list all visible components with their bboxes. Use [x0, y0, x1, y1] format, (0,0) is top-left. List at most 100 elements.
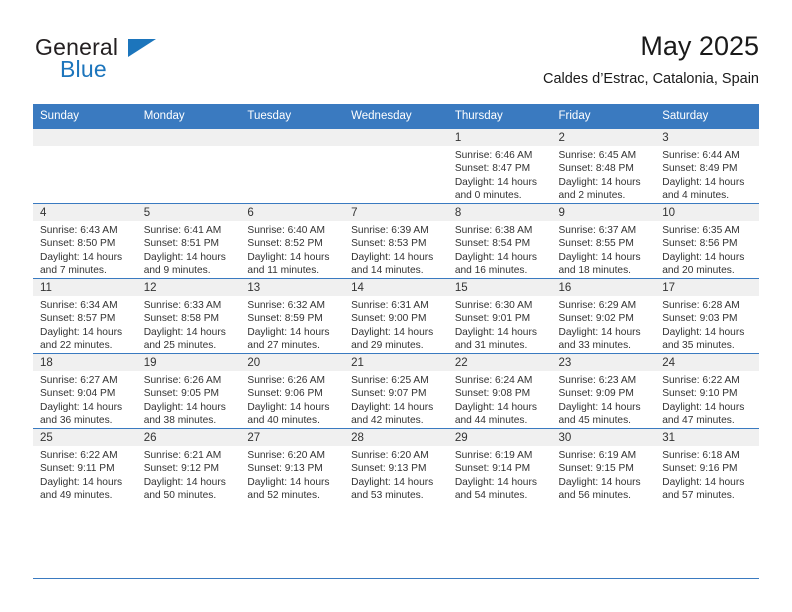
daylight-text-line2: and 35 minutes.	[662, 340, 735, 352]
calendar-day-cell[interactable]: 23 Sunrise: 6:23 AM Sunset: 9:09 PM Dayligh…	[551, 353, 656, 429]
calendar-day-cell[interactable]: 20 Sunrise: 6:26 AM Sunset: 9:06 PM Dayligh…	[240, 353, 345, 429]
day-cell-details: Sunrise: 6:20 AM Sunset: 9:13 PM Daylight:…	[240, 446, 344, 503]
day-cell-details: Sunrise: 6:22 AM Sunset: 9:11 PM Daylight:…	[33, 446, 137, 503]
day-number: 20	[240, 354, 345, 371]
sunrise-text: Sunrise: 6:30 AM	[454, 300, 533, 311]
calendar-day-cell[interactable]: 24 Sunrise: 6:22 AM Sunset: 9:10 PM Dayligh…	[655, 353, 759, 429]
day-number	[136, 129, 241, 146]
day-number: 21	[344, 354, 448, 371]
calendar-day-cell[interactable]: 18 Sunrise: 6:27 AM Sunset: 9:04 PM Dayligh…	[33, 353, 137, 429]
day-number: 25	[33, 429, 137, 446]
day-cell-details: Sunrise: 6:32 AM Sunset: 8:59 PM Daylight:…	[240, 296, 344, 353]
calendar-day-cell[interactable]: 14 Sunrise: 6:31 AM Sunset: 9:00 PM Dayligh…	[344, 278, 448, 354]
calendar-day-cell[interactable]: 22 Sunrise: 6:24 AM Sunset: 9:08 PM Dayligh…	[447, 353, 552, 429]
daylight-text-line2: and 38 minutes.	[143, 415, 217, 427]
sunrise-text: Sunrise: 6:25 AM	[351, 375, 429, 386]
day-cell-details: Sunrise: 6:26 AM Sunset: 9:05 PM Daylight:…	[137, 371, 241, 428]
day-cell-inner: 2 Sunrise: 6:45 AM Sunset: 8:48 PM Daylight…	[551, 129, 656, 203]
calendar-day-cell[interactable]: 19 Sunrise: 6:26 AM Sunset: 9:05 PM Dayligh…	[136, 353, 241, 429]
day-cell-inner: 27 Sunrise: 6:20 AM Sunset: 9:13 PM Dayligh…	[240, 429, 345, 503]
sunset-text: Sunset: 9:13 PM	[247, 463, 323, 475]
day-cell-details: Sunrise: 6:29 AM Sunset: 9:02 PM Daylight:…	[552, 296, 656, 353]
sunrise-text: Sunrise: 6:44 AM	[662, 150, 740, 161]
general-blue-logo[interactable]: General Blue	[33, 34, 233, 86]
day-number: 17	[655, 279, 759, 296]
daylight-text-line1: Daylight: 14 hours	[454, 401, 537, 413]
sunset-text: Sunset: 9:06 PM	[247, 388, 323, 400]
calendar-day-cell-empty	[33, 128, 137, 204]
daylight-text-line2: and 22 minutes.	[40, 340, 113, 352]
day-number	[33, 129, 137, 146]
page-subtitle: Caldes d’Estrac, Catalonia, Spain	[542, 71, 759, 87]
sunrise-text: Sunrise: 6:19 AM	[558, 450, 637, 461]
calendar-day-cell[interactable]: 4 Sunrise: 6:43 AM Sunset: 8:50 PM Daylight…	[33, 203, 137, 279]
day-number: 7	[344, 204, 448, 221]
calendar-day-cell[interactable]: 11 Sunrise: 6:34 AM Sunset: 8:57 PM Dayligh…	[33, 278, 137, 354]
calendar-day-cell[interactable]: 8 Sunrise: 6:38 AM Sunset: 8:54 PM Daylight…	[447, 203, 552, 279]
calendar-day-cell[interactable]: 7 Sunrise: 6:39 AM Sunset: 8:53 PM Daylight…	[344, 203, 448, 279]
day-number: 2	[551, 129, 656, 146]
daylight-text-line1: Daylight: 14 hours	[143, 401, 226, 413]
calendar-day-cell[interactable]: 2 Sunrise: 6:45 AM Sunset: 8:48 PM Daylight…	[551, 128, 656, 204]
calendar-day-cell[interactable]: 30 Sunrise: 6:19 AM Sunset: 9:15 PM Dayligh…	[551, 428, 656, 503]
sunrise-text: Sunrise: 6:40 AM	[247, 225, 325, 236]
daylight-text-line2: and 52 minutes.	[247, 490, 320, 502]
day-cell-inner: 28 Sunrise: 6:20 AM Sunset: 9:13 PM Dayligh…	[344, 429, 448, 503]
daylight-text-line1: Daylight: 14 hours	[454, 251, 537, 263]
day-cell-details: Sunrise: 6:35 AM Sunset: 8:56 PM Daylight:…	[655, 221, 759, 278]
day-cell-inner: 6 Sunrise: 6:40 AM Sunset: 8:52 PM Daylight…	[240, 204, 345, 278]
calendar-day-cell[interactable]: 15 Sunrise: 6:30 AM Sunset: 9:01 PM Dayligh…	[447, 278, 552, 354]
day-cell-inner: 1 Sunrise: 6:46 AM Sunset: 8:47 PM Daylight…	[447, 129, 552, 203]
day-cell-inner: 23 Sunrise: 6:23 AM Sunset: 9:09 PM Dayligh…	[551, 354, 656, 428]
day-cell-details: Sunrise: 6:31 AM Sunset: 9:00 PM Daylight:…	[344, 296, 448, 353]
calendar-day-cell[interactable]: 1 Sunrise: 6:46 AM Sunset: 8:47 PM Daylight…	[447, 128, 552, 204]
calendar-day-cell[interactable]: 6 Sunrise: 6:40 AM Sunset: 8:52 PM Daylight…	[240, 203, 345, 279]
calendar-day-cell[interactable]: 10 Sunrise: 6:35 AM Sunset: 8:56 PM Dayligh…	[655, 203, 759, 279]
day-cell-details: Sunrise: 6:45 AM Sunset: 8:48 PM Daylight:…	[552, 146, 656, 203]
sunrise-text: Sunrise: 6:29 AM	[558, 300, 637, 311]
calendar-day-cell[interactable]: 25 Sunrise: 6:22 AM Sunset: 9:11 PM Dayligh…	[33, 428, 137, 503]
sunset-text: Sunset: 8:51 PM	[143, 238, 220, 250]
calendar-day-cell[interactable]: 26 Sunrise: 6:21 AM Sunset: 9:12 PM Dayligh…	[136, 428, 241, 503]
calendar-week-row: 4 Sunrise: 6:43 AM Sunset: 8:50 PM Daylight…	[33, 203, 759, 279]
day-cell-details: Sunrise: 6:44 AM Sunset: 8:49 PM Daylight:…	[655, 146, 759, 203]
day-cell-details: Sunrise: 6:30 AM Sunset: 9:01 PM Daylight:…	[448, 296, 552, 353]
day-cell-inner: 26 Sunrise: 6:21 AM Sunset: 9:12 PM Dayligh…	[136, 429, 241, 503]
day-number: 6	[240, 204, 345, 221]
calendar-day-cell[interactable]: 17 Sunrise: 6:28 AM Sunset: 9:03 PM Dayligh…	[655, 278, 759, 354]
calendar-day-cell[interactable]: 27 Sunrise: 6:20 AM Sunset: 9:13 PM Dayligh…	[240, 428, 345, 503]
calendar-page: General Blue May 2025 Caldes d’Estrac, C…	[0, 0, 792, 612]
calendar-day-cell-empty	[344, 128, 448, 204]
day-number: 5	[136, 204, 241, 221]
daylight-text-line2: and 57 minutes.	[662, 490, 735, 502]
calendar-day-cell[interactable]: 28 Sunrise: 6:20 AM Sunset: 9:13 PM Dayligh…	[344, 428, 448, 503]
day-cell-inner: 21 Sunrise: 6:25 AM Sunset: 9:07 PM Dayligh…	[344, 354, 448, 428]
calendar-day-cell[interactable]: 3 Sunrise: 6:44 AM Sunset: 8:49 PM Daylight…	[655, 128, 759, 204]
day-cell-inner: 24 Sunrise: 6:22 AM Sunset: 9:10 PM Dayligh…	[655, 354, 759, 428]
daylight-text-line1: Daylight: 14 hours	[454, 326, 537, 338]
day-cell-inner: 11 Sunrise: 6:34 AM Sunset: 8:57 PM Dayligh…	[33, 279, 137, 353]
calendar-day-cell[interactable]: 31 Sunrise: 6:18 AM Sunset: 9:16 PM Dayligh…	[655, 428, 759, 503]
daylight-text-line2: and 36 minutes.	[40, 415, 113, 427]
calendar-day-cell[interactable]: 13 Sunrise: 6:32 AM Sunset: 8:59 PM Dayligh…	[240, 278, 345, 354]
daylight-text-line1: Daylight: 14 hours	[662, 326, 745, 338]
daylight-text-line1: Daylight: 14 hours	[143, 251, 226, 263]
day-cell-inner: 18 Sunrise: 6:27 AM Sunset: 9:04 PM Dayligh…	[33, 354, 137, 428]
daylight-text-line2: and 47 minutes.	[662, 415, 735, 427]
sunset-text: Sunset: 8:56 PM	[662, 238, 738, 250]
calendar-day-cell[interactable]: 9 Sunrise: 6:37 AM Sunset: 8:55 PM Daylight…	[551, 203, 656, 279]
sunset-text: Sunset: 8:53 PM	[351, 238, 427, 250]
calendar-day-cell[interactable]: 21 Sunrise: 6:25 AM Sunset: 9:07 PM Dayligh…	[344, 353, 448, 429]
day-cell-details: Sunrise: 6:43 AM Sunset: 8:50 PM Daylight:…	[33, 221, 137, 278]
day-cell-inner: 31 Sunrise: 6:18 AM Sunset: 9:16 PM Dayligh…	[655, 429, 759, 503]
daylight-text-line1: Daylight: 14 hours	[247, 326, 330, 338]
sunrise-text: Sunrise: 6:45 AM	[558, 150, 637, 161]
calendar-day-cell[interactable]: 16 Sunrise: 6:29 AM Sunset: 9:02 PM Dayligh…	[551, 278, 656, 354]
day-number: 12	[136, 279, 241, 296]
calendar-week-row: 18 Sunrise: 6:27 AM Sunset: 9:04 PM Dayligh…	[33, 353, 759, 429]
day-cell-details: Sunrise: 6:37 AM Sunset: 8:55 PM Daylight:…	[552, 221, 656, 278]
calendar-day-cell[interactable]: 5 Sunrise: 6:41 AM Sunset: 8:51 PM Daylight…	[136, 203, 241, 279]
calendar-day-cell[interactable]: 12 Sunrise: 6:33 AM Sunset: 8:58 PM Dayligh…	[136, 278, 241, 354]
calendar-day-cell[interactable]: 29 Sunrise: 6:19 AM Sunset: 9:14 PM Dayligh…	[447, 428, 552, 503]
sunset-text: Sunset: 8:58 PM	[143, 313, 220, 325]
